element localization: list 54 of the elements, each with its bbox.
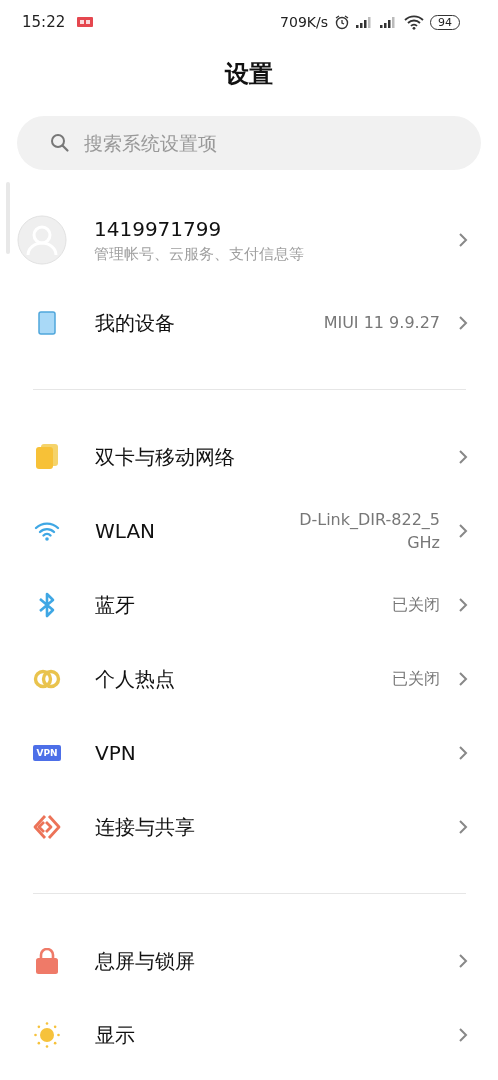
item-label: VPN: [95, 741, 137, 765]
account-subtitle: 管理帐号、云服务、支付信息等: [94, 244, 305, 264]
account-row[interactable]: 1419971799 管理帐号、云服务、支付信息等: [0, 194, 498, 286]
chevron-icon: [458, 819, 468, 835]
lock-icon: [35, 947, 59, 975]
tablet-icon: [38, 311, 56, 335]
diamond-arrows-icon: [33, 814, 61, 840]
wifi-icon: [34, 521, 60, 541]
settings-item[interactable]: 双卡与移动网络: [0, 420, 498, 494]
item-label: 个人热点: [95, 665, 176, 693]
signal-icon: [380, 16, 398, 28]
settings-item[interactable]: 显示: [0, 998, 498, 1072]
item-label: 蓝牙: [95, 591, 136, 619]
chevron-icon: [458, 1027, 468, 1043]
settings-item[interactable]: 连接与共享: [0, 790, 498, 864]
signal-icon: [356, 16, 374, 28]
status-time: 15:22: [22, 13, 66, 31]
vpn-icon: VPN: [33, 745, 61, 761]
item-label: 连接与共享: [95, 813, 196, 841]
item-label: WLAN: [95, 519, 157, 543]
page-title: 设置: [223, 59, 274, 90]
network-speed: 709K/s: [280, 14, 328, 30]
chevron-icon: [458, 315, 468, 331]
settings-item[interactable]: 个人热点 已关闭: [0, 642, 498, 716]
item-label: 双卡与移动网络: [95, 443, 236, 471]
settings-item[interactable]: 蓝牙 已关闭: [0, 568, 498, 642]
chevron-icon: [458, 523, 468, 539]
item-label: 显示: [95, 1021, 136, 1049]
settings-item[interactable]: 我的设备 MIUI 11 9.9.27: [0, 286, 498, 360]
chevron-icon: [458, 953, 468, 969]
item-value: MIUI 11 9.9.27: [323, 312, 440, 335]
account-id: 1419971799: [94, 216, 223, 241]
sim-cards-icon: [35, 444, 59, 470]
search-field[interactable]: 搜索系统设置项: [17, 116, 481, 170]
sun-icon: [33, 1021, 61, 1049]
chevron-icon: [458, 449, 468, 465]
item-value: 已关闭: [392, 668, 440, 691]
chevron-icon: [458, 745, 468, 761]
item-value: 已关闭: [392, 594, 440, 617]
alarm-icon: [334, 14, 350, 30]
app-notification-icon: [77, 17, 94, 27]
chevron-icon: [458, 671, 468, 687]
avatar-icon: [17, 215, 67, 265]
linked-rings-icon: [33, 668, 61, 690]
settings-item[interactable]: WLAN D-Link_DIR-822_5 GHz: [0, 494, 498, 568]
wifi-icon: [404, 14, 424, 30]
bluetooth-icon: [37, 591, 57, 619]
item-value: D-Link_DIR-822_5 GHz: [298, 508, 440, 554]
chevron-icon: [458, 597, 468, 613]
chevron-icon: [458, 232, 468, 248]
item-label: 息屏与锁屏: [95, 947, 196, 975]
settings-item[interactable]: VPN VPN: [0, 716, 498, 790]
item-label: 我的设备: [95, 309, 176, 337]
settings-item[interactable]: 息屏与锁屏: [0, 924, 498, 998]
